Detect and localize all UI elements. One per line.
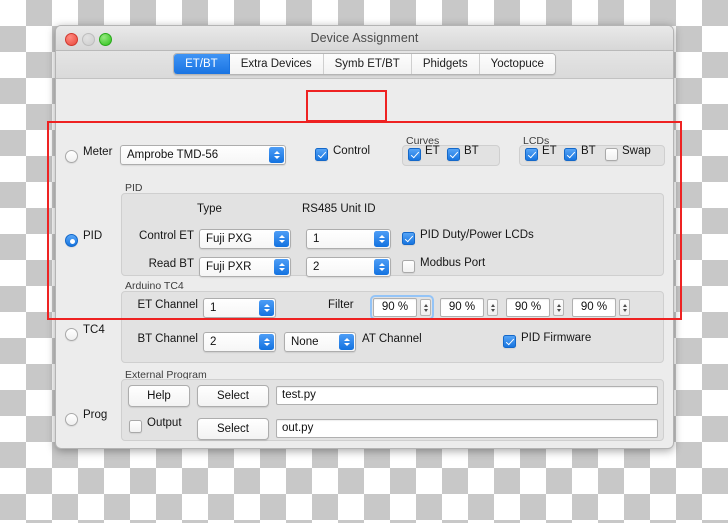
tab-symb-etbt[interactable]: Symb ET/BT (323, 54, 412, 74)
pid-row-read-bt-label: Read BT (148, 258, 194, 270)
tc4-filter-spinner-3[interactable]: 90 % (506, 298, 564, 317)
tab-phidgets[interactable]: Phidgets (411, 54, 480, 74)
tc4-filter-spinner-2[interactable]: 90 % (440, 298, 498, 317)
chevron-updown-icon (339, 334, 354, 350)
stepper-icon[interactable] (420, 299, 431, 316)
checkbox-control-label: Control (333, 145, 371, 157)
zoom-window-button[interactable] (99, 33, 112, 46)
close-window-button[interactable] (65, 33, 78, 46)
chevron-updown-icon (259, 300, 274, 316)
chevron-updown-icon (259, 334, 274, 350)
tc4-at-channel-popup[interactable]: None (284, 332, 356, 352)
radio-tc4-label: TC4 (83, 324, 105, 336)
tc4-bt-channel-label: BT Channel (137, 333, 198, 345)
pid-read-bt-unitid-popup[interactable]: 2 (306, 257, 391, 277)
checkbox-pid-duty-power-lcds[interactable] (402, 232, 415, 245)
pid-read-bt-type-popup[interactable]: Fuji PXR (199, 257, 291, 277)
radio-meter-label: Meter (83, 146, 113, 158)
window-title: Device Assignment (310, 31, 419, 45)
window-titlebar[interactable]: Device Assignment (56, 26, 673, 51)
checkbox-curves-et[interactable] (408, 148, 421, 161)
tab-yoctopuce[interactable]: Yoctopuce (479, 54, 555, 74)
pid-row-control-et-label: Control ET (139, 230, 194, 242)
tab-etbt[interactable]: ET/BT (174, 54, 230, 74)
pid-control-et-unitid-popup[interactable]: 1 (306, 229, 391, 249)
radio-prog[interactable] (65, 413, 78, 426)
checkbox-lcds-swap[interactable] (605, 148, 618, 161)
stepper-icon[interactable] (619, 299, 630, 316)
checkbox-curves-et-label: ET (425, 145, 440, 157)
checkbox-output-label: Output (147, 417, 182, 429)
checkbox-lcds-et-label: ET (542, 145, 557, 157)
device-assignment-window: Device Assignment ET/BT Extra Devices Sy… (55, 25, 674, 449)
tc4-filter-value-2[interactable]: 90 % (440, 298, 484, 317)
checkbox-lcds-bt[interactable] (564, 148, 577, 161)
pid-col-header-type: Type (197, 203, 222, 215)
minimize-window-button[interactable] (82, 33, 95, 46)
tc4-bt-channel-popup[interactable]: 2 (203, 332, 276, 352)
tc4-et-channel-popup[interactable]: 1 (203, 298, 276, 318)
help-button[interactable]: Help (128, 385, 190, 407)
checkbox-curves-bt[interactable] (447, 148, 460, 161)
program-path-field[interactable]: test.py (276, 386, 658, 405)
stepper-icon[interactable] (553, 299, 564, 316)
select-output-button[interactable]: Select (197, 418, 269, 440)
meter-device-value: Amprobe TMD-56 (127, 149, 219, 161)
checkbox-pid-firmware[interactable] (503, 335, 516, 348)
output-path-field[interactable]: out.py (276, 419, 658, 438)
checkbox-output[interactable] (129, 420, 142, 433)
chevron-updown-icon (374, 231, 389, 247)
tc4-et-channel-label: ET Channel (137, 299, 198, 311)
tab-strip: ET/BT Extra Devices Symb ET/BT Phidgets … (173, 53, 556, 75)
tc4-filter-spinner-4[interactable]: 90 % (572, 298, 630, 317)
tab-extra-devices[interactable]: Extra Devices (229, 54, 324, 74)
radio-pid[interactable] (65, 234, 78, 247)
screenshot-canvas: Device Assignment ET/BT Extra Devices Sy… (0, 0, 728, 523)
checkbox-control[interactable] (315, 148, 328, 161)
select-program-button[interactable]: Select (197, 385, 269, 407)
tab-bar: ET/BT Extra Devices Symb ET/BT Phidgets … (56, 51, 673, 79)
radio-pid-label: PID (83, 230, 103, 242)
checkbox-modbus-port-label: Modbus Port (420, 257, 486, 269)
dialog-content: Meter Amprobe TMD-56 Control Curves ET B… (56, 79, 673, 448)
chevron-updown-icon (274, 259, 289, 275)
checkbox-lcds-bt-label: BT (581, 145, 596, 157)
checkbox-curves-bt-label: BT (464, 145, 479, 157)
tc4-filter-spinner-1[interactable]: 90 % (370, 295, 434, 320)
radio-meter[interactable] (65, 150, 78, 163)
tc4-at-channel-label: AT Channel (362, 333, 422, 345)
checkbox-pid-firmware-label: PID Firmware (521, 332, 592, 344)
checkbox-lcds-et[interactable] (525, 148, 538, 161)
pid-control-et-type-popup[interactable]: Fuji PXG (199, 229, 291, 249)
radio-prog-label: Prog (83, 409, 108, 421)
stepper-icon[interactable] (487, 299, 498, 316)
chevron-updown-icon (269, 147, 284, 163)
checkbox-modbus-port[interactable] (402, 260, 415, 273)
chevron-updown-icon (274, 231, 289, 247)
checkbox-lcds-swap-label: Swap (622, 145, 651, 157)
tc4-filter-label: Filter (328, 299, 354, 311)
chevron-updown-icon (374, 259, 389, 275)
pid-col-header-unit-id: RS485 Unit ID (302, 203, 376, 215)
tc4-filter-value-3[interactable]: 90 % (506, 298, 550, 317)
radio-tc4[interactable] (65, 328, 78, 341)
meter-device-popup[interactable]: Amprobe TMD-56 (120, 145, 286, 165)
checkbox-pid-duty-power-lcds-label: PID Duty/Power LCDs (420, 229, 534, 241)
tc4-filter-value-4[interactable]: 90 % (572, 298, 616, 317)
tc4-filter-value-1[interactable]: 90 % (373, 298, 417, 317)
